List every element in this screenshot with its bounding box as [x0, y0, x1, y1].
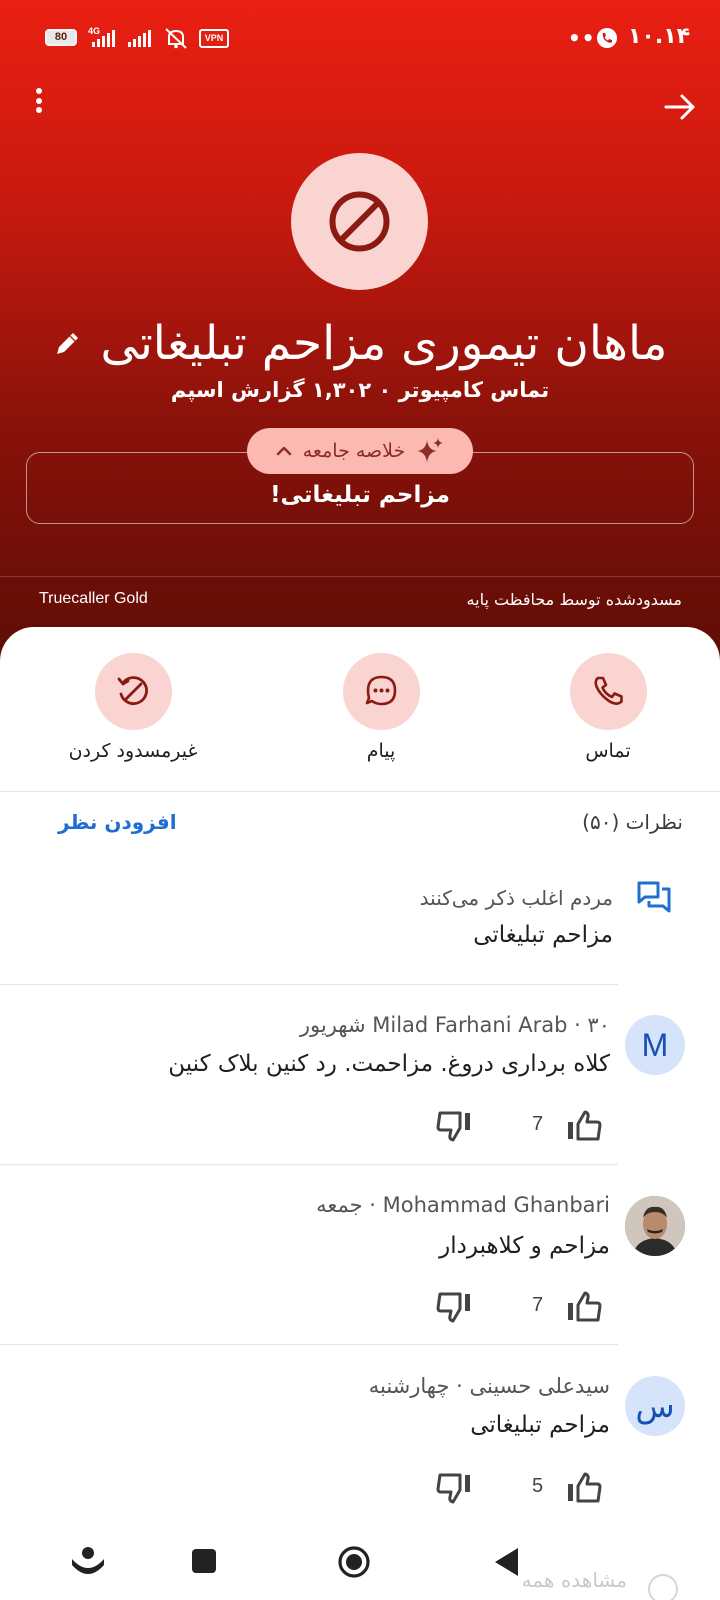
vpn-icon: VPN: [199, 29, 229, 48]
unblock-action[interactable]: غیرمسدود کردن: [43, 653, 223, 762]
unblock-icon: [117, 676, 148, 705]
thumbs-down-icon[interactable]: [436, 1290, 476, 1324]
unblock-button[interactable]: [94, 653, 172, 730]
message-icon: [365, 675, 396, 706]
comment-divider: [0, 1344, 618, 1345]
status-bar: 80 4G VPN ••• ۱۰.۱۴: [0, 0, 720, 76]
comment-reactions: 5: [430, 1467, 610, 1507]
caller-name: ماهان تیموری مزاحم تبلیغاتی: [100, 315, 668, 371]
add-comment-button[interactable]: افزودن نظر: [58, 810, 177, 834]
recent-apps-icon[interactable]: [190, 1547, 218, 1575]
back-arrow-icon[interactable]: [662, 90, 698, 124]
comment-divider: [0, 984, 618, 985]
battery-icon: 80: [45, 29, 77, 46]
comment-body: کلاه برداری دروغ. مزاحمت. رد کنین بلاک ک…: [168, 1051, 610, 1077]
thumbs-up-icon[interactable]: [564, 1290, 604, 1324]
thumbs-up-icon[interactable]: [564, 1109, 604, 1143]
chevron-down-icon[interactable]: [648, 1574, 678, 1600]
avatar[interactable]: M: [625, 1015, 685, 1075]
truecaller-gold-link[interactable]: Truecaller Gold: [39, 590, 148, 608]
comment-meta: Milad Farhani Arab · ۳۰ شهریور: [299, 1013, 610, 1037]
user-photo: [625, 1196, 685, 1256]
blocked-avatar: [291, 153, 428, 290]
people-mention-text: مزاحم تبلیغاتی: [473, 922, 613, 948]
comment-meta: سیدعلی حسینی · چهارشنبه: [368, 1374, 610, 1398]
details-sheet: [0, 627, 720, 1600]
mute-icon: [165, 28, 187, 49]
header-divider: [0, 576, 720, 577]
show-all-comments[interactable]: مشاهده همه: [522, 1568, 627, 1592]
comments-title: نظرات (۵۰): [582, 810, 683, 834]
call-indicator-icon: [597, 28, 617, 48]
comment-meta: Mohammad Ghanbari · جمعه: [316, 1193, 610, 1217]
back-nav-icon[interactable]: [492, 1546, 520, 1578]
community-summary-text: مزاحم تبلیغاتی!: [270, 482, 450, 508]
call-action[interactable]: تماس: [518, 653, 698, 762]
unblock-label: غیرمسدود کردن: [68, 740, 198, 762]
assistant-nav-icon[interactable]: [70, 1545, 106, 1581]
home-icon[interactable]: [337, 1545, 371, 1579]
phone-icon: [593, 676, 623, 705]
comment-body: مزاحم و کلاهبردار: [439, 1233, 610, 1259]
call-button[interactable]: [569, 653, 647, 730]
thumbs-down-icon[interactable]: [436, 1471, 476, 1505]
more-options-icon[interactable]: [28, 88, 50, 122]
comment-reactions: 7: [430, 1105, 610, 1145]
message-button[interactable]: [342, 653, 420, 730]
caller-name-row: ماهان تیموری مزاحم تبلیغاتی: [40, 308, 680, 378]
signal-icon: [92, 29, 115, 47]
comment-body: مزاحم تبلیغاتی: [470, 1412, 610, 1438]
people-mention-caption: مردم اغلب ذکر می‌کنند: [419, 886, 613, 910]
like-count: 7: [532, 1294, 544, 1316]
clock: ۱۰.۱۴: [628, 24, 691, 49]
actions-divider: [0, 791, 720, 792]
thumbs-down-icon[interactable]: [436, 1109, 476, 1143]
thumbs-up-icon[interactable]: [564, 1471, 604, 1505]
comment-reactions: 7: [430, 1286, 610, 1326]
sparkle-icon: [417, 438, 444, 463]
message-label: پیام: [366, 740, 396, 762]
like-count: 7: [532, 1113, 544, 1135]
comment-divider: [0, 1164, 618, 1165]
forum-icon: [637, 881, 671, 913]
signal-icon: [128, 29, 151, 47]
call-label: تماس: [585, 740, 631, 762]
spam-report-count: تماس کامپیوتر ۰ ۱,۳۰۲ گزارش اسپم: [170, 378, 550, 402]
like-count: 5: [532, 1475, 544, 1497]
community-summary-label: خلاصه جامعه: [302, 440, 406, 462]
block-icon: [329, 191, 390, 252]
avatar[interactable]: [625, 1196, 685, 1256]
avatar[interactable]: س: [625, 1376, 685, 1436]
blocked-by-text: مسدودشده توسط محافظت پایه: [466, 590, 682, 609]
chevron-up-icon: [276, 446, 291, 456]
community-summary-toggle[interactable]: خلاصه جامعه: [247, 428, 473, 474]
message-action[interactable]: پیام: [291, 653, 471, 762]
edit-pencil-icon[interactable]: [53, 328, 83, 358]
